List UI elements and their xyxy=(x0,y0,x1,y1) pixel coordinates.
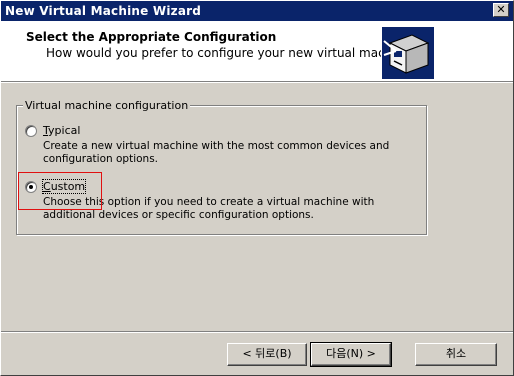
wizard-vm-box-icon xyxy=(382,27,434,79)
page-title: Select the Appropriate Configuration xyxy=(26,30,277,44)
groupbox-legend: Virtual machine configuration xyxy=(23,99,191,112)
title-bar[interactable]: New Virtual Machine Wizard ✕ xyxy=(1,1,513,21)
back-button[interactable]: < 뒤로(B) xyxy=(227,343,307,366)
footer-separator xyxy=(1,331,513,333)
radio-typical[interactable] xyxy=(25,125,37,137)
header-separator xyxy=(1,81,513,83)
close-button[interactable]: ✕ xyxy=(493,3,509,17)
wizard-header: Select the Appropriate Configuration How… xyxy=(1,21,513,81)
wizard-window: New Virtual Machine Wizard ✕ Select the … xyxy=(0,0,514,376)
option-typical-description: Create a new virtual machine with the mo… xyxy=(43,140,390,165)
page-subtitle: How would you prefer to configure your n… xyxy=(46,46,381,60)
window-title: New Virtual Machine Wizard xyxy=(5,4,202,18)
close-icon: ✕ xyxy=(496,3,506,16)
cancel-button[interactable]: 취소 xyxy=(415,343,497,366)
next-button[interactable]: 다음(N) > xyxy=(310,342,392,367)
annotation-highlight-box xyxy=(18,172,102,210)
option-typical-label[interactable]: Typical xyxy=(43,124,80,137)
